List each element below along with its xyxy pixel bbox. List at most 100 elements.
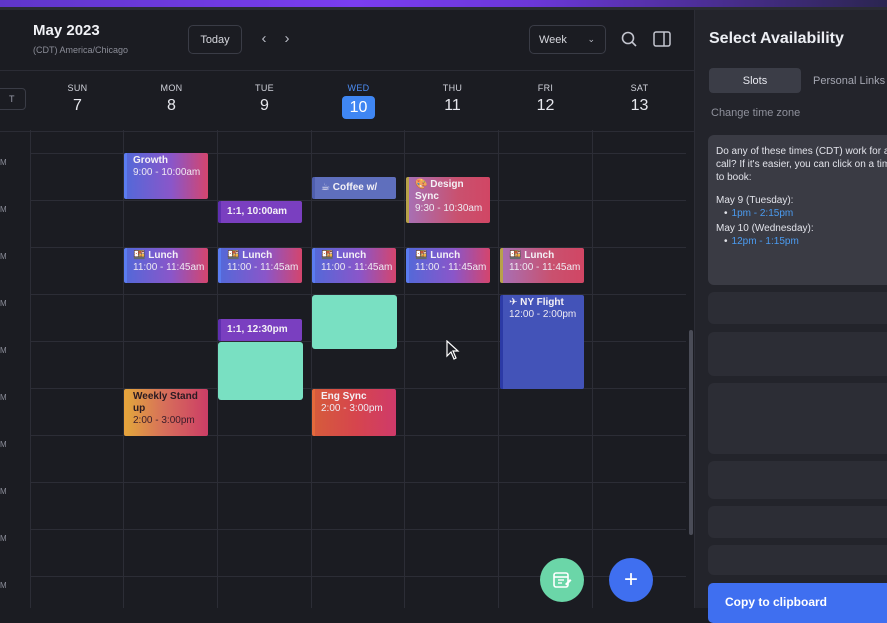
availability-option[interactable] xyxy=(708,332,887,376)
day-of-week: SAT xyxy=(630,83,649,93)
availability-option[interactable] xyxy=(708,461,887,499)
day-divider xyxy=(311,130,312,608)
event-lunch-thu[interactable]: 🍱 Lunch 11:00 - 11:45am xyxy=(406,248,490,283)
event-time: 11:00 - 11:45am xyxy=(133,262,205,273)
event-title: 1:1, 10:00am xyxy=(227,206,288,217)
today-button[interactable]: Today xyxy=(188,25,242,54)
calendar-header: May 2023 (CDT) America/Chicago Today ‹ ›… xyxy=(0,10,694,70)
day-header-wed[interactable]: WED 10 xyxy=(312,71,405,131)
availability-text-box[interactable]: Do any of these times (CDT) work for a c… xyxy=(708,135,887,285)
event-title: 🍱 Lunch xyxy=(415,250,461,261)
event-weekly-standup[interactable]: Weekly Stand up 2:00 - 3:00pm xyxy=(124,389,208,436)
day-number: 8 xyxy=(167,97,176,114)
hour-label: M xyxy=(0,299,7,308)
hour-label: M xyxy=(0,581,7,590)
hour-line xyxy=(30,529,686,530)
day-header-sun[interactable]: SUN 7 xyxy=(31,71,124,131)
day-divider xyxy=(592,130,593,608)
day-header-fri[interactable]: FRI 12 xyxy=(499,71,592,131)
event-title: 🍱 Lunch xyxy=(133,250,179,261)
day-header-thu[interactable]: THU 11 xyxy=(406,71,499,131)
hour-label: M xyxy=(0,252,7,261)
day-header-sat[interactable]: SAT 13 xyxy=(593,71,686,131)
event-one-on-one-2[interactable]: 1:1, 12:30pm xyxy=(218,319,302,341)
month-title: May 2023 xyxy=(33,22,100,39)
hour-label: M xyxy=(0,487,7,496)
availability-option[interactable] xyxy=(708,292,887,324)
day-number: 12 xyxy=(536,97,555,114)
day-divider xyxy=(30,130,31,608)
hour-label: M xyxy=(0,205,7,214)
day-number: 13 xyxy=(630,97,649,114)
event-title: 🍱 Lunch xyxy=(509,250,555,261)
view-select-label: Week xyxy=(539,33,567,46)
add-event-button[interactable]: + xyxy=(609,558,653,602)
mouse-pointer-icon xyxy=(446,339,460,365)
event-coffee[interactable]: ☕ Coffee w/ xyxy=(312,177,396,199)
event-lunch-mon[interactable]: 🍱 Lunch 11:00 - 11:45am xyxy=(124,248,208,283)
sidebar-toggle-icon[interactable] xyxy=(652,29,672,49)
event-growth[interactable]: Growth 9:00 - 10:00am xyxy=(124,153,208,199)
week-grid[interactable]: M M M M M M M M M M Growth 9:00 - 10:00a… xyxy=(0,130,686,608)
window-accent-bar xyxy=(0,0,887,7)
event-time: 11:00 - 11:45am xyxy=(415,262,487,273)
event-title: Growth xyxy=(133,155,168,166)
tab-personal-links[interactable]: Personal Links xyxy=(813,68,887,93)
day-number: 7 xyxy=(73,97,82,114)
day-of-week: TUE xyxy=(255,83,274,93)
day-of-week: THU xyxy=(442,83,463,93)
event-lunch-wed[interactable]: 🍱 Lunch 11:00 - 11:45am xyxy=(312,248,396,283)
next-week-icon[interactable]: › xyxy=(280,30,294,48)
event-ny-flight[interactable]: ✈ NY Flight 12:00 - 2:00pm xyxy=(500,295,584,389)
event-eng-sync[interactable]: Eng Sync 2:00 - 3:00pm xyxy=(312,389,396,436)
panel-title: Select Availability xyxy=(709,30,844,47)
day-header-mon[interactable]: MON 8 xyxy=(125,71,218,131)
day-of-week: MON xyxy=(160,83,183,93)
time-chip[interactable]: T xyxy=(0,88,26,110)
event-availability-block[interactable] xyxy=(218,342,303,400)
change-timezone-link[interactable]: Change time zone xyxy=(711,107,800,119)
prev-week-icon[interactable]: ‹ xyxy=(257,30,271,48)
event-time: 9:00 - 10:00am xyxy=(133,167,201,178)
hour-label: M xyxy=(0,534,7,543)
calendar-scrollbar[interactable] xyxy=(689,330,693,535)
event-lunch-tue[interactable]: 🍱 Lunch 11:00 - 11:45am xyxy=(218,248,302,283)
calendar-pane: May 2023 (CDT) America/Chicago Today ‹ ›… xyxy=(0,10,694,608)
availability-option[interactable] xyxy=(708,383,887,454)
event-time: 11:00 - 11:45am xyxy=(227,262,299,273)
hour-label: M xyxy=(0,158,7,167)
availability-day: May 10 (Wednesday): xyxy=(716,223,814,234)
availability-option[interactable] xyxy=(708,506,887,538)
day-header-tue[interactable]: TUE 9 xyxy=(218,71,311,131)
availability-slot: 12pm - 1:15pm xyxy=(716,235,887,248)
event-title: ☕ Coffee w/ xyxy=(321,182,378,193)
event-one-on-one-1[interactable]: 1:1, 10:00am xyxy=(218,201,302,223)
event-time: 12:00 - 2:00pm xyxy=(509,309,577,320)
event-time: 11:00 - 11:45am xyxy=(321,262,393,273)
search-icon[interactable] xyxy=(619,29,639,49)
day-header-row: T SUN 7 MON 8 TUE 9 WED 10 THU 11 FRI 12… xyxy=(0,70,694,132)
event-title: Weekly Stand up xyxy=(133,391,198,414)
scheduling-fab-button[interactable] xyxy=(540,558,584,602)
plus-icon: + xyxy=(623,566,638,593)
event-availability-block[interactable] xyxy=(312,295,397,349)
event-title: ✈ NY Flight xyxy=(509,297,564,308)
day-number: 11 xyxy=(444,97,461,114)
event-title: 1:1, 12:30pm xyxy=(227,324,288,335)
copy-to-clipboard-button[interactable]: Copy to clipboard xyxy=(708,583,887,623)
timezone-label: (CDT) America/Chicago xyxy=(33,45,129,55)
chevron-down-icon: ⌄ xyxy=(587,34,595,44)
day-of-week: WED xyxy=(347,83,370,93)
event-title: 🎨 Design Sync xyxy=(415,179,464,202)
availability-mode-toggle: Slots Personal Links xyxy=(709,68,887,93)
day-divider xyxy=(404,130,405,608)
view-select[interactable]: Week ⌄ xyxy=(529,25,606,54)
availability-option[interactable] xyxy=(708,545,887,575)
availability-panel: Select Availability Slots Personal Links… xyxy=(694,10,887,623)
today-badge: 10 xyxy=(342,96,375,119)
event-title: 🍱 Lunch xyxy=(321,250,367,261)
event-lunch-fri[interactable]: 🍱 Lunch 11:00 - 11:45am xyxy=(500,248,584,283)
tab-slots[interactable]: Slots xyxy=(709,68,801,93)
event-time: 2:00 - 3:00pm xyxy=(133,415,195,426)
event-design-sync[interactable]: 🎨 Design Sync 9:30 - 10:30am xyxy=(406,177,490,223)
